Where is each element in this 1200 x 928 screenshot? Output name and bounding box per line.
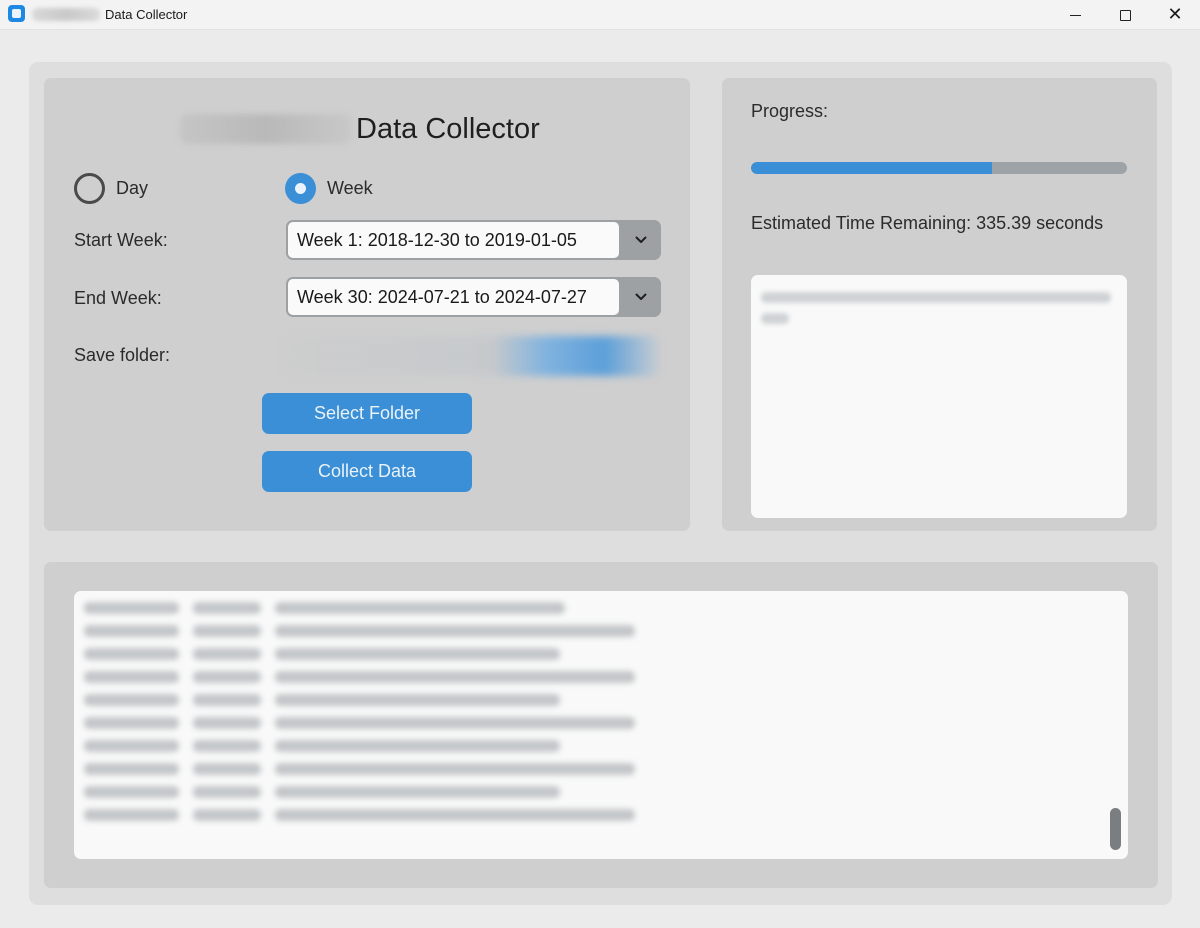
status-text-redacted: [761, 292, 1111, 303]
start-week-dropdown[interactable]: Week 1: 2018-12-30 to 2019-01-05: [286, 220, 661, 260]
redacted-heading-prefix: [180, 114, 352, 144]
end-week-label: End Week:: [74, 288, 162, 308]
redacted-title-prefix: [32, 8, 100, 21]
radio-day-label: Day: [116, 178, 149, 198]
chevron-down-icon: [635, 293, 647, 300]
end-week-value[interactable]: Week 30: 2024-07-21 to 2024-07-27: [288, 279, 619, 315]
log-line-redacted: [84, 785, 574, 799]
log-line-redacted: [84, 670, 649, 684]
start-week-value[interactable]: Week 1: 2018-12-30 to 2019-01-05: [288, 222, 619, 258]
maximize-button[interactable]: [1100, 0, 1150, 30]
collect-data-button[interactable]: Collect Data: [262, 451, 472, 492]
app-heading: Data Collector: [180, 109, 540, 149]
radio-day-indicator[interactable]: [74, 173, 105, 204]
progress-label: Progress:: [751, 101, 829, 121]
log-line-redacted: [84, 808, 649, 822]
close-icon: ✕: [1167, 4, 1183, 25]
start-week-dropdown-button[interactable]: [621, 220, 661, 260]
radio-week[interactable]: Week: [285, 173, 373, 204]
save-folder-label: Save folder:: [74, 345, 171, 365]
radio-week-indicator[interactable]: [285, 173, 316, 204]
log-line-redacted: [84, 601, 579, 615]
progress-bar: [751, 162, 1127, 174]
log-line-redacted: [84, 647, 574, 661]
minimize-button[interactable]: [1050, 0, 1100, 30]
select-folder-button[interactable]: Select Folder: [262, 393, 472, 434]
save-folder-path-redacted: [286, 336, 660, 376]
log-textbox[interactable]: [74, 591, 1128, 859]
end-week-dropdown[interactable]: Week 30: 2024-07-21 to 2024-07-27: [286, 277, 661, 317]
minimize-icon: [1069, 14, 1081, 16]
radio-week-label: Week: [327, 178, 373, 198]
chevron-down-icon: [635, 236, 647, 243]
end-week-dropdown-button[interactable]: [621, 277, 661, 317]
log-line-redacted: [84, 762, 649, 776]
log-scrollbar-thumb[interactable]: [1110, 808, 1121, 850]
status-text-redacted: [761, 313, 789, 324]
start-week-label: Start Week:: [74, 230, 168, 250]
log-line-redacted: [84, 739, 574, 753]
close-button[interactable]: ✕: [1150, 0, 1200, 30]
log-line-redacted: [84, 624, 649, 638]
radio-day[interactable]: Day: [74, 173, 148, 204]
log-line-redacted: [84, 716, 649, 730]
progress-bar-fill: [751, 162, 992, 174]
status-textbox[interactable]: [751, 275, 1127, 518]
log-line-redacted: [84, 693, 574, 707]
title-bar: Data Collector ✕: [0, 0, 1200, 30]
page-title: Data Collector: [356, 112, 540, 145]
app-window-icon: [8, 5, 25, 22]
estimated-time-remaining: Estimated Time Remaining: 335.39 seconds: [751, 213, 1104, 233]
maximize-icon: [1119, 9, 1131, 21]
window-title: Data Collector: [105, 7, 188, 22]
